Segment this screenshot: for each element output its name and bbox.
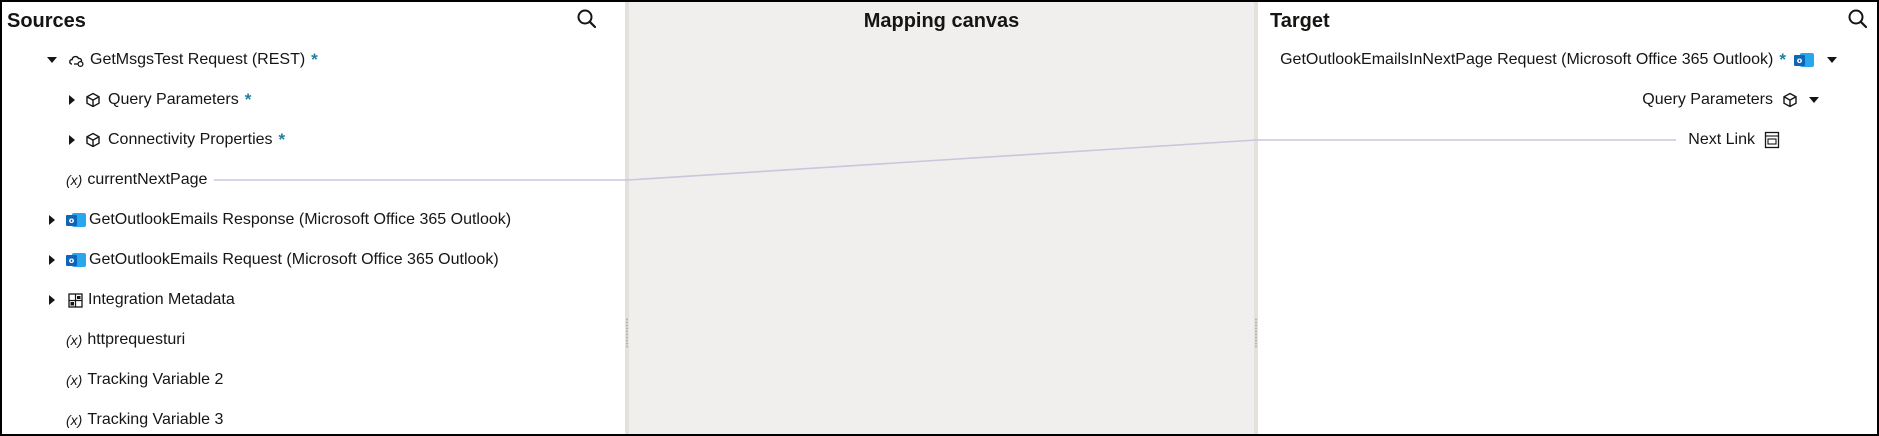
source-item-label: Tracking Variable 2 [87, 371, 224, 388]
source-item-label: GetOutlookEmails Request (Microsoft Offi… [89, 251, 499, 268]
expand-icon[interactable] [64, 92, 80, 108]
source-tree-item-tracking-variable-2[interactable]: (x) Tracking Variable 2 [66, 367, 223, 393]
outlook-app-icon: o [66, 211, 86, 229]
target-item-label: Next Link [1688, 131, 1755, 148]
variable-icon: (x) [66, 172, 83, 188]
source-tree-item-httprequesturi[interactable]: (x) httprequesturi [66, 327, 185, 353]
source-tree-item-query-parameters[interactable]: Query Parameters * [64, 87, 251, 113]
source-tree-item-integration-metadata[interactable]: Integration Metadata [44, 287, 235, 313]
source-item-label: GetOutlookEmails Response (Microsoft Off… [89, 211, 512, 228]
source-tree-item-current-next-page[interactable]: (x) currentNextPage [66, 167, 207, 193]
source-item-label: Query Parameters [108, 91, 239, 108]
collapse-icon[interactable] [44, 52, 60, 68]
source-item-label: GetMsgsTest Request (REST) [90, 51, 306, 68]
string-field-icon [1763, 131, 1781, 149]
variable-icon: (x) [66, 372, 83, 388]
variable-icon: (x) [66, 332, 83, 348]
target-item-label: GetOutlookEmailsInNextPage Request (Micr… [1280, 51, 1774, 68]
source-item-label: Integration Metadata [88, 291, 235, 308]
rest-cloud-icon [68, 51, 86, 69]
source-tree-item-tracking-variable-3[interactable]: (x) Tracking Variable 3 [66, 407, 223, 433]
outlook-app-icon: o [66, 251, 86, 269]
required-marker: * [278, 130, 286, 149]
schema-cube-icon [84, 131, 102, 149]
target-search-icon[interactable] [1845, 6, 1871, 32]
canvas-title: Mapping canvas [863, 10, 1020, 32]
expand-icon[interactable] [44, 252, 60, 268]
expand-icon[interactable] [64, 132, 80, 148]
source-tree-item-outlook-request[interactable]: o GetOutlookEmails Request (Microsoft Of… [44, 247, 499, 273]
collapse-icon[interactable] [1807, 93, 1821, 107]
required-marker: * [311, 50, 318, 69]
source-item-label: currentNextPage [87, 171, 208, 188]
required-marker: * [244, 90, 252, 109]
mapping-canvas-panel[interactable]: Mapping canvas [629, 2, 1254, 434]
target-item-label: Query Parameters [1642, 91, 1773, 108]
sources-search-icon[interactable] [574, 6, 600, 32]
expand-icon[interactable] [44, 292, 60, 308]
schema-cube-icon [84, 91, 102, 109]
outlook-app-icon: o [1794, 51, 1814, 69]
metadata-grid-icon [66, 291, 84, 309]
target-title: Target [1270, 10, 1330, 32]
expand-icon[interactable] [44, 212, 60, 228]
schema-cube-icon [1781, 91, 1799, 109]
sources-panel: Sources GetMsgsTest Request (REST) * Que… [2, 2, 625, 434]
required-marker: * [1779, 50, 1786, 69]
target-tree-item-next-link[interactable]: Next Link [1688, 127, 1781, 153]
splitter-grip[interactable] [1255, 318, 1257, 348]
target-tree-item-query-parameters[interactable]: Query Parameters [1642, 87, 1821, 113]
sources-title: Sources [7, 10, 86, 32]
source-tree-item-rest-request[interactable]: GetMsgsTest Request (REST) * [44, 47, 318, 73]
target-panel: Target GetOutlookEmailsInNextPage Reques… [1258, 2, 1877, 434]
source-tree-item-outlook-response[interactable]: o GetOutlookEmails Response (Microsoft O… [44, 207, 511, 233]
variable-icon: (x) [66, 412, 83, 428]
source-item-label: httprequesturi [87, 331, 186, 348]
splitter-grip[interactable] [626, 318, 628, 348]
source-tree-item-connectivity-properties[interactable]: Connectivity Properties * [64, 127, 285, 153]
target-tree-item-outlook-request[interactable]: GetOutlookEmailsInNextPage Request (Micr… [1280, 47, 1839, 73]
source-item-label: Tracking Variable 3 [87, 411, 224, 428]
collapse-icon[interactable] [1825, 53, 1839, 67]
source-item-label: Connectivity Properties [108, 131, 273, 148]
